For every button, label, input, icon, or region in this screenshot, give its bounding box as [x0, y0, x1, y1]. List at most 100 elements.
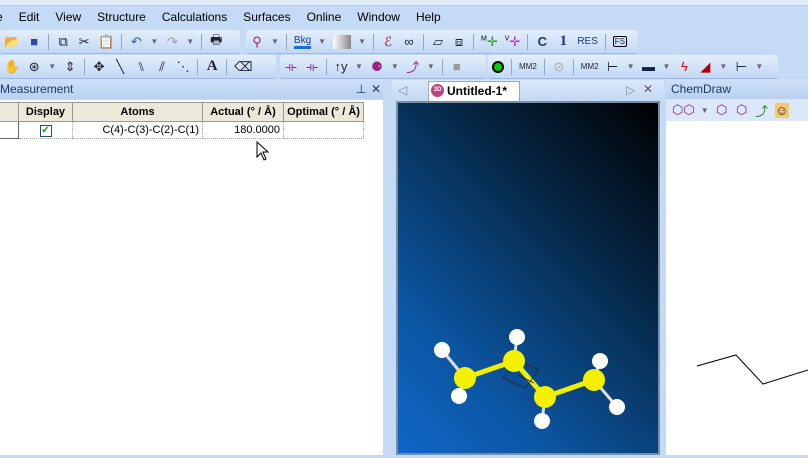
cubes-icon[interactable]: ⧈: [452, 34, 466, 50]
compute-toolbar: MM2 ⊘ MM2 ⊢ ▼ ▬ ▼ ϟ ◢ ▼ ⊢ ▼: [488, 55, 778, 79]
row-index: 1: [0, 121, 19, 139]
tab-scroll-left-icon[interactable]: ◁: [398, 83, 407, 97]
menu-surfaces[interactable]: Surfaces: [243, 10, 290, 24]
move-icon[interactable]: ✥: [92, 59, 106, 75]
orient-icon[interactable]: ↑y: [334, 59, 348, 74]
measurement-panel: Display Atoms Actual (° / Å) Optimal (° …: [0, 100, 383, 455]
menu-online[interactable]: Online: [307, 10, 342, 24]
3d-doc-icon: 3D: [431, 84, 444, 97]
rotate-bond-icon[interactable]: ⤴: [406, 57, 420, 76]
open-icon[interactable]: 📂: [4, 34, 20, 50]
document-area: ◁ 3D Untitled-1* ▷ ✕: [392, 80, 664, 455]
angle-icon[interactable]: ⟛: [305, 59, 319, 75]
fullscreen-button[interactable]: FS: [612, 36, 627, 47]
background-color-button[interactable]: Bkg: [293, 35, 312, 49]
c-button[interactable]: C: [535, 34, 549, 49]
add-structure-icon[interactable]: ⬡: [715, 102, 729, 118]
butane-molecule: [434, 329, 625, 429]
print-icon[interactable]: 🖶: [209, 31, 223, 53]
move-v-icon[interactable]: V✛: [505, 34, 521, 50]
measure-toolbar: ⟛ ⟛ ↑y ▼ ⚈ ▼ ⤴ ▼ ■: [280, 55, 486, 79]
col-optimal[interactable]: Optimal (° / Å): [283, 102, 364, 122]
mm2-minimize-button[interactable]: MM2: [519, 62, 537, 71]
menu-calculations[interactable]: Calculations: [162, 10, 227, 24]
col-actual[interactable]: Actual (° / Å): [202, 102, 284, 122]
measurement-table: Display Atoms Actual (° / Å) Optimal (° …: [0, 102, 364, 139]
graph-icon[interactable]: ◢: [698, 59, 712, 75]
col-atoms[interactable]: Atoms: [72, 102, 203, 122]
tab-bar: ◁ 3D Untitled-1* ▷ ✕: [392, 80, 664, 101]
measurement-panel-header: Measurement ⊥ ✕: [0, 79, 383, 99]
menu-file[interactable]: e: [0, 10, 3, 24]
run-icon[interactable]: [492, 60, 504, 73]
stop-calc-icon[interactable]: ⊘: [552, 59, 566, 75]
cut-icon[interactable]: ✂: [77, 34, 91, 50]
menu-structure[interactable]: Structure: [97, 10, 146, 24]
copy-icon[interactable]: ⧉: [56, 34, 70, 50]
standard-toolbar: 📂 ■ ⧉ ✂ 📋 ↶ ▼ ↷ ▼ 🖶: [0, 30, 240, 54]
mouse-cursor-icon: [256, 141, 270, 161]
tab-untitled-1[interactable]: 3D Untitled-1*: [428, 81, 520, 101]
eraser-icon[interactable]: ⌫: [234, 59, 252, 75]
scale-icon[interactable]: ⊢: [734, 59, 748, 75]
col-display[interactable]: Display: [18, 102, 73, 122]
atom-icon[interactable]: ⚈: [370, 59, 384, 75]
sync-icon[interactable]: ⬡⬡: [672, 102, 695, 118]
rotate-icon[interactable]: ⊛: [27, 59, 41, 75]
text-tool-button[interactable]: A: [205, 58, 219, 75]
display-checkbox[interactable]: ✔: [18, 121, 73, 139]
3d-model-view[interactable]: [396, 101, 660, 455]
optimal-cell[interactable]: [283, 121, 364, 139]
table-row[interactable]: 1 ✔ C(4)-C(3)-C(2)-C(1) 180.0000: [0, 121, 364, 139]
redo-icon[interactable]: ↷: [165, 34, 179, 50]
undo-icon[interactable]: ↶: [129, 34, 143, 50]
col-index: [0, 102, 19, 122]
atoms-cell: C(4)-C(3)-C(2)-C(1): [72, 121, 203, 139]
bond-style-icon[interactable]: ⚲: [250, 34, 264, 50]
glasses-icon[interactable]: ∞: [402, 34, 416, 49]
model-toolbar: ⚲ ▼ Bkg ▼ ▼ ℰ ∞ ▱ ⧈ M✛ V✛ C 1 RES FS: [246, 30, 638, 54]
chemdraw-title: ChemDraw: [671, 82, 732, 96]
single-bond-icon[interactable]: ╲: [113, 59, 127, 75]
menu-help[interactable]: Help: [416, 10, 441, 24]
pin-icon[interactable]: ⊥: [356, 82, 366, 96]
skeletal-structure: [696, 354, 808, 385]
save-icon[interactable]: ■: [27, 34, 41, 49]
double-bond-icon[interactable]: ⑊: [134, 59, 148, 74]
actual-cell: 180.0000: [202, 121, 284, 139]
menu-bar: e Edit View Structure Calculations Surfa…: [0, 6, 808, 28]
splitter[interactable]: [383, 80, 392, 455]
menu-window[interactable]: Window: [357, 10, 400, 24]
link-icon[interactable]: ⤴: [755, 101, 769, 120]
paste-icon[interactable]: 📋: [98, 34, 114, 50]
mm2-dynamics-button[interactable]: MM2: [581, 62, 599, 71]
stereo-icon[interactable]: ℰ: [381, 34, 395, 50]
chemdraw-panel-header: ChemDraw: [666, 79, 808, 99]
dashed-bond-icon[interactable]: ⋱: [176, 59, 190, 75]
dynamics-icon[interactable]: ⊢: [606, 59, 620, 75]
menu-edit[interactable]: Edit: [19, 10, 40, 24]
chemdraw-toolbar: ⬡⬡ ▼ ⬡ ⬡ ⤴ ☺: [666, 99, 808, 121]
one-button[interactable]: 1: [556, 33, 570, 50]
panel-title: Measurement: [0, 82, 74, 96]
tab-title: Untitled-1*: [447, 84, 507, 98]
res-button[interactable]: RES: [577, 36, 598, 47]
menu-view[interactable]: View: [55, 10, 81, 24]
show-icon[interactable]: ☺: [774, 102, 789, 118]
dihedral-icon[interactable]: ⟛: [284, 59, 298, 75]
property-icon[interactable]: ▬: [641, 59, 655, 74]
box-icon[interactable]: ▱: [431, 34, 445, 50]
triple-bond-icon[interactable]: ⫽: [155, 59, 169, 75]
close-panel-icon[interactable]: ✕: [371, 82, 381, 96]
move-m-icon[interactable]: M✛: [481, 34, 498, 50]
hand-icon[interactable]: ✋: [4, 59, 20, 75]
get-structure-icon[interactable]: ⬡: [735, 102, 749, 118]
surface-icon[interactable]: ϟ: [677, 59, 691, 74]
stop-icon[interactable]: ■: [450, 59, 464, 74]
close-tab-icon[interactable]: ✕: [643, 82, 653, 96]
building-toolbar: ✋ ⊛ ▼ ⇕ ✥ ╲ ⑊ ⫽ ⋱ A ⌫: [0, 55, 276, 79]
gradient-icon[interactable]: [333, 34, 352, 49]
tab-scroll-right-icon[interactable]: ▷: [626, 83, 635, 97]
zoom-icon[interactable]: ⇕: [63, 59, 77, 75]
chemdraw-canvas[interactable]: [666, 121, 808, 455]
